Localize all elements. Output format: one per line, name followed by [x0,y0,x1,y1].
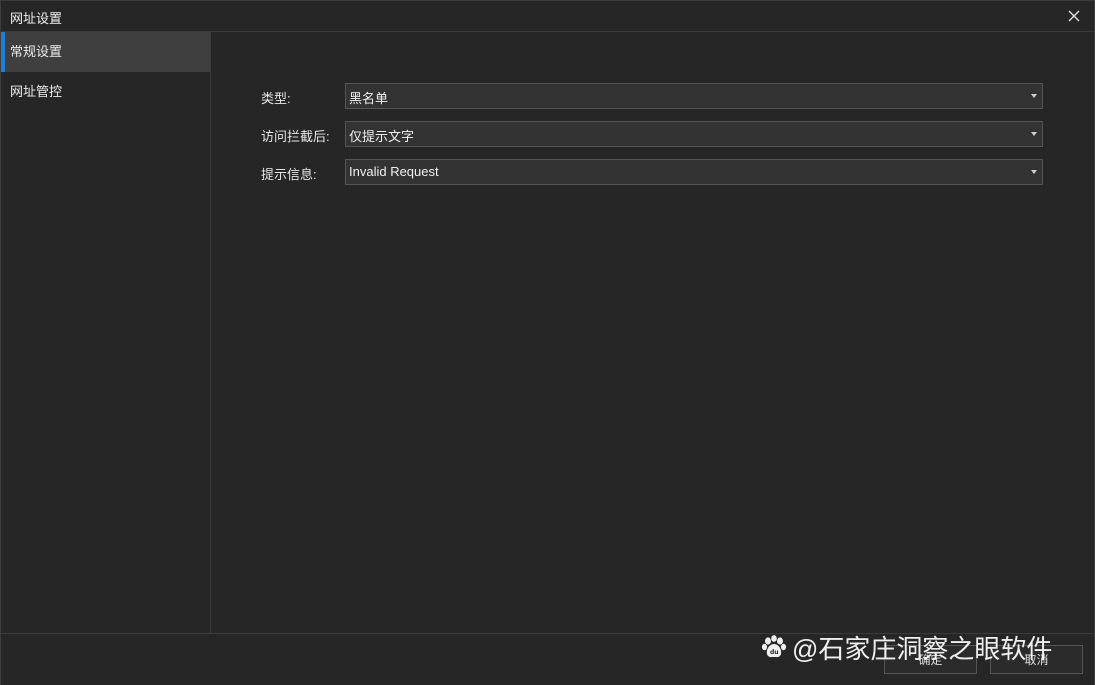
sidebar-item-general[interactable]: 常规设置 [1,32,210,72]
after-block-select-value: 仅提示文字 [349,129,415,144]
type-label: 类型: [261,91,291,106]
chevron-down-icon [1031,170,1037,174]
settings-window: 网址设置 常规设置 网址管控 类型: 黑名单 访问拦截后: 仅提示文字 提示信息… [0,0,1095,685]
message-select-value: Invalid Request [349,164,439,179]
message-select[interactable]: Invalid Request [345,159,1043,185]
type-select-value: 黑名单 [349,91,389,106]
after-block-row: 访问拦截后: 仅提示文字 [261,121,1045,147]
sidebar-item-label: 常规设置 [10,44,63,59]
cancel-button[interactable]: 取消 [990,645,1083,674]
title-bar: 网址设置 [1,1,1094,32]
message-label: 提示信息: [261,167,317,182]
dialog-footer: 确定 取消 [1,633,1094,685]
close-button[interactable] [1064,6,1084,26]
close-icon [1068,10,1080,22]
message-row: 提示信息: Invalid Request [261,159,1045,185]
chevron-down-icon [1031,94,1037,98]
window-title: 网址设置 [10,11,63,26]
sidebar-item-label: 网址管控 [10,84,63,99]
after-block-label: 访问拦截后: [261,129,330,144]
type-select[interactable]: 黑名单 [345,83,1043,109]
settings-content: 类型: 黑名单 访问拦截后: 仅提示文字 提示信息: Invalid Reque… [211,32,1094,633]
sidebar-item-url-control[interactable]: 网址管控 [1,72,210,112]
sidebar: 常规设置 网址管控 [1,32,211,633]
after-block-select[interactable]: 仅提示文字 [345,121,1043,147]
ok-button[interactable]: 确定 [884,645,977,674]
type-row: 类型: 黑名单 [261,83,1045,109]
chevron-down-icon [1031,132,1037,136]
